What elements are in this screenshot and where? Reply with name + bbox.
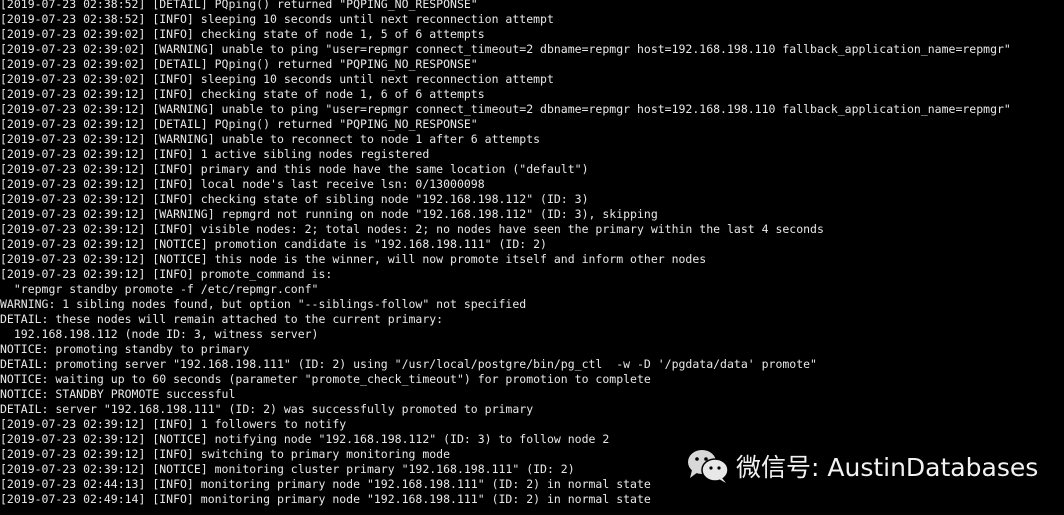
log-line: [2019-07-23 02:39:12] [DETAIL] PQping() … <box>0 117 478 131</box>
log-line: [2019-07-23 02:49:14] [INFO] monitoring … <box>0 492 651 506</box>
log-line: DETAIL: these nodes will remain attached… <box>0 312 444 326</box>
log-line: [2019-07-23 02:38:52] [DETAIL] PQping() … <box>0 0 478 11</box>
log-line: [2019-07-23 02:39:12] [INFO] 1 followers… <box>0 417 347 431</box>
log-line: NOTICE: promoting standby to primary <box>0 342 250 356</box>
log-line: [2019-07-23 02:38:52] [INFO] sleeping 10… <box>0 12 554 26</box>
log-line: [2019-07-23 02:39:12] [NOTICE] this node… <box>0 252 707 266</box>
log-line: [2019-07-23 02:39:12] [INFO] primary and… <box>0 162 589 176</box>
log-line: WARNING: 1 sibling nodes found, but opti… <box>0 297 527 311</box>
log-line: [2019-07-23 02:39:12] [INFO] 1 active si… <box>0 147 430 161</box>
log-line: [2019-07-23 02:39:12] [NOTICE] promotion… <box>0 237 547 251</box>
log-line: [2019-07-23 02:39:12] [WARNING] unable t… <box>0 102 1011 116</box>
log-line: [2019-07-23 02:39:12] [NOTICE] notifying… <box>0 432 610 446</box>
log-line: [2019-07-23 02:39:02] [WARNING] unable t… <box>0 42 1011 56</box>
terminal-output[interactable]: [2019-07-23 02:38:52] [DETAIL] PQping() … <box>0 0 1064 507</box>
log-line: NOTICE: STANDBY PROMOTE successful <box>0 387 236 401</box>
log-line: DETAIL: promoting server "192.168.198.11… <box>0 357 817 371</box>
log-line: "repmgr standby promote -f /etc/repmgr.c… <box>0 282 319 296</box>
log-line: NOTICE: waiting up to 60 seconds (parame… <box>0 372 651 386</box>
log-line: 192.168.198.112 (node ID: 3, witness ser… <box>0 327 319 341</box>
watermark-text: 微信号: AustinDatabases <box>736 453 1039 482</box>
log-line: [2019-07-23 02:39:12] [INFO] local node'… <box>0 177 485 191</box>
log-line: [2019-07-23 02:39:12] [WARNING] unable t… <box>0 132 541 146</box>
log-line: DETAIL: server "192.168.198.111" (ID: 2)… <box>0 402 534 416</box>
log-line: [2019-07-23 02:39:02] [INFO] sleeping 10… <box>0 72 554 86</box>
log-line: [2019-07-23 02:39:12] [INFO] checking st… <box>0 192 589 206</box>
log-line: [2019-07-23 02:39:02] [INFO] checking st… <box>0 27 485 41</box>
log-line: [2019-07-23 02:39:12] [WARNING] repmgrd … <box>0 207 658 221</box>
log-line: [2019-07-23 02:39:12] [INFO] checking st… <box>0 87 485 101</box>
watermark: 微信号: AustinDatabases <box>686 448 1038 484</box>
log-line: [2019-07-23 02:39:12] [INFO] promote_com… <box>0 267 333 281</box>
log-line: [2019-07-23 02:39:12] [INFO] visible nod… <box>0 222 824 236</box>
wechat-icon <box>688 450 729 483</box>
log-line: [2019-07-23 02:39:02] [DETAIL] PQping() … <box>0 57 478 71</box>
